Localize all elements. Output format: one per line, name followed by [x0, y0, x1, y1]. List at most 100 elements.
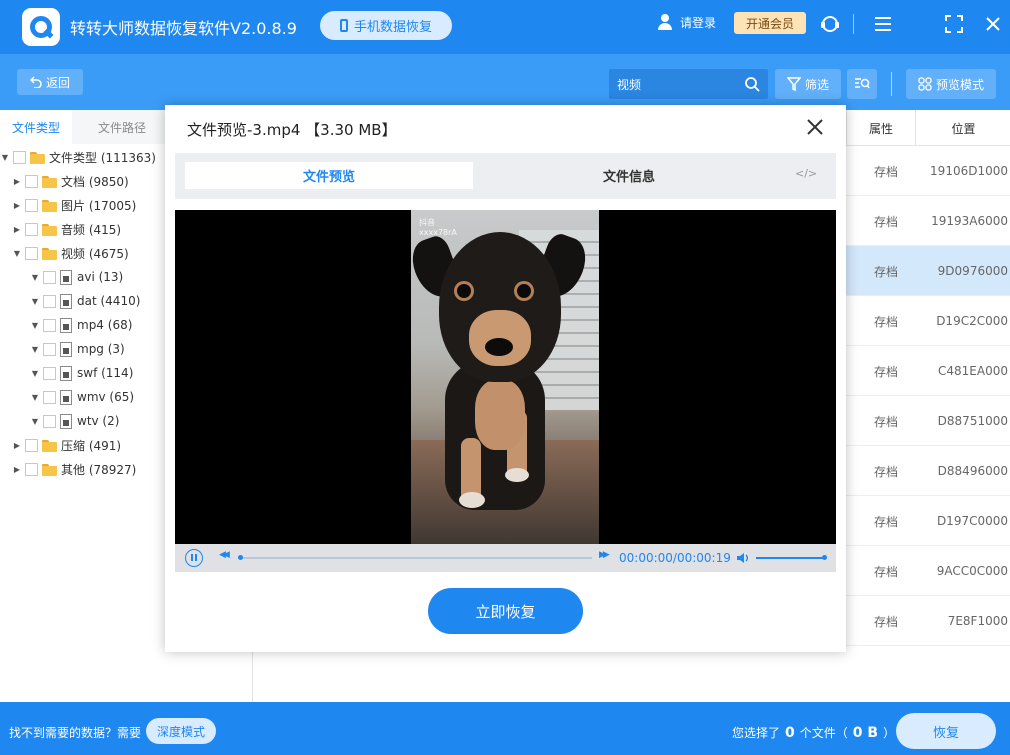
tree-checkbox[interactable]: [43, 366, 56, 380]
tree-checkbox[interactable]: [43, 270, 56, 284]
menu-icon[interactable]: [872, 13, 894, 35]
forward-icon[interactable]: ▶▶: [599, 550, 610, 560]
expand-down-icon[interactable]: ▼: [30, 321, 40, 330]
tree-checkbox[interactable]: [43, 294, 56, 308]
tree-checkbox[interactable]: [13, 150, 26, 164]
maximize-icon[interactable]: [943, 13, 965, 35]
phone-icon: [339, 19, 348, 32]
tree-item[interactable]: ▼ dat (4410): [30, 289, 140, 313]
folder-icon: [42, 247, 57, 260]
phone-recovery-button[interactable]: 手机数据恢复: [320, 11, 452, 40]
close-window-icon[interactable]: [982, 13, 1004, 35]
table-row[interactable]: 存档 19106D1000: [846, 146, 1010, 196]
dialog-title: 文件预览-3.mp4 【3.30 MB】: [187, 121, 397, 139]
expand-right-icon[interactable]: ▶: [12, 465, 22, 474]
vip-button[interactable]: 开通会员: [734, 12, 806, 34]
table-row[interactable]: 存档 D88751000: [846, 396, 1010, 446]
tree-item[interactable]: ▼ 视频 (4675): [12, 241, 129, 265]
puppy-nose: [485, 338, 513, 356]
progress-bar[interactable]: [238, 555, 592, 560]
table-row[interactable]: 存档 9ACC0C000: [846, 546, 1010, 596]
video-file-icon: [60, 269, 72, 285]
puppy-eye: [517, 284, 531, 298]
restore-now-button[interactable]: 立即恢复: [428, 588, 583, 634]
close-icon[interactable]: [805, 117, 825, 137]
tab-file-preview[interactable]: 文件预览: [185, 162, 473, 189]
video-file-icon: [60, 413, 72, 429]
back-button[interactable]: 返回: [17, 69, 83, 95]
tree-checkbox[interactable]: [43, 342, 56, 356]
volume-handle[interactable]: [822, 555, 827, 560]
rewind-icon[interactable]: ◀◀: [219, 550, 230, 560]
search-content-button[interactable]: [847, 69, 877, 99]
deep-mode-button[interactable]: 深度模式: [146, 718, 216, 744]
video-player[interactable]: 抖音 xxxx78rA: [175, 210, 836, 544]
table-row[interactable]: 存档 D88496000: [846, 446, 1010, 496]
tree-item[interactable]: ▶ 文档 (9850): [12, 169, 129, 193]
tree-item[interactable]: ▼ mpg (3): [30, 337, 125, 361]
header-position[interactable]: 位置: [916, 110, 1010, 146]
login-button[interactable]: 请登录: [656, 13, 716, 31]
search-input[interactable]: [617, 74, 737, 94]
table-row[interactable]: 存档 C481EA000: [846, 346, 1010, 396]
volume-icon[interactable]: [735, 550, 751, 566]
puppy-eye: [457, 284, 471, 298]
tree-item-label: 压缩 (491): [61, 438, 122, 453]
expand-right-icon[interactable]: ▶: [12, 225, 22, 234]
tree-checkbox[interactable]: [25, 246, 38, 260]
tree-item[interactable]: ▶ 压缩 (491): [12, 433, 121, 457]
tree-checkbox[interactable]: [25, 438, 38, 452]
tree-item[interactable]: ▼ wtv (2): [30, 409, 119, 433]
tree-item[interactable]: ▶ 其他 (78927): [12, 457, 136, 481]
expand-down-icon[interactable]: ▼: [30, 297, 40, 306]
support-icon[interactable]: [819, 13, 841, 35]
tree-item[interactable]: ▶ 图片 (17005): [12, 193, 136, 217]
expand-down-icon[interactable]: ▼: [0, 153, 10, 162]
expand-right-icon[interactable]: ▶: [12, 177, 22, 186]
tree-checkbox[interactable]: [25, 198, 38, 212]
header-attr[interactable]: 属性: [847, 110, 915, 146]
filter-button[interactable]: 筛选: [775, 69, 841, 99]
preview-mode-button[interactable]: 预览模式: [906, 69, 996, 99]
expand-down-icon[interactable]: ▼: [30, 417, 40, 426]
expand-right-icon[interactable]: ▶: [12, 201, 22, 210]
folder-icon: [42, 175, 57, 188]
tab-file-info[interactable]: 文件信息: [483, 162, 775, 189]
tree-checkbox[interactable]: [25, 222, 38, 236]
tree-item[interactable]: ▼ avi (13): [30, 265, 123, 289]
tree-checkbox[interactable]: [43, 318, 56, 332]
expand-down-icon[interactable]: ▼: [30, 369, 40, 378]
expand-down-icon[interactable]: ▼: [30, 393, 40, 402]
table-row[interactable]: 存档 D197C0000: [846, 496, 1010, 546]
tab-file-type[interactable]: 文件类型: [0, 110, 72, 144]
table-row[interactable]: 存档 D19C2C000: [846, 296, 1010, 346]
tree-item[interactable]: ▼ wmv (65): [30, 385, 134, 409]
tree-item[interactable]: ▼ mp4 (68): [30, 313, 132, 337]
tree-checkbox[interactable]: [43, 414, 56, 428]
tree-item[interactable]: ▼ 文件类型 (111363): [0, 145, 156, 169]
tree-checkbox[interactable]: [43, 390, 56, 404]
tree-checkbox[interactable]: [25, 462, 38, 476]
table-row[interactable]: 存档 9D0976000: [846, 246, 1010, 296]
expand-down-icon[interactable]: ▼: [30, 345, 40, 354]
cell-position: 9D0976000: [937, 264, 1008, 278]
tree-item[interactable]: ▶ 音频 (415): [12, 217, 121, 241]
volume-slider[interactable]: [756, 555, 827, 560]
video-file-icon: [60, 293, 72, 309]
tree-checkbox[interactable]: [25, 174, 38, 188]
expand-down-icon[interactable]: ▼: [30, 273, 40, 282]
table-row[interactable]: 存档 7E8F1000: [846, 596, 1010, 646]
progress-handle[interactable]: [238, 555, 243, 560]
search-icon[interactable]: [744, 76, 760, 92]
recover-button[interactable]: 恢复: [896, 713, 996, 749]
expand-down-icon[interactable]: ▼: [12, 249, 22, 258]
table-row[interactable]: 存档 19193A6000: [846, 196, 1010, 246]
expand-right-icon[interactable]: ▶: [12, 441, 22, 450]
pause-icon[interactable]: [185, 549, 203, 567]
code-icon[interactable]: </>: [795, 167, 817, 180]
tab-file-path[interactable]: 文件路径: [86, 110, 166, 144]
tree-item[interactable]: ▼ swf (114): [30, 361, 133, 385]
cell-position: C481EA000: [938, 364, 1008, 378]
file-preview-dialog: 文件预览-3.mp4 【3.30 MB】 文件预览 文件信息 </> 抖音 xx…: [165, 105, 846, 652]
puppy-paw: [505, 468, 529, 482]
